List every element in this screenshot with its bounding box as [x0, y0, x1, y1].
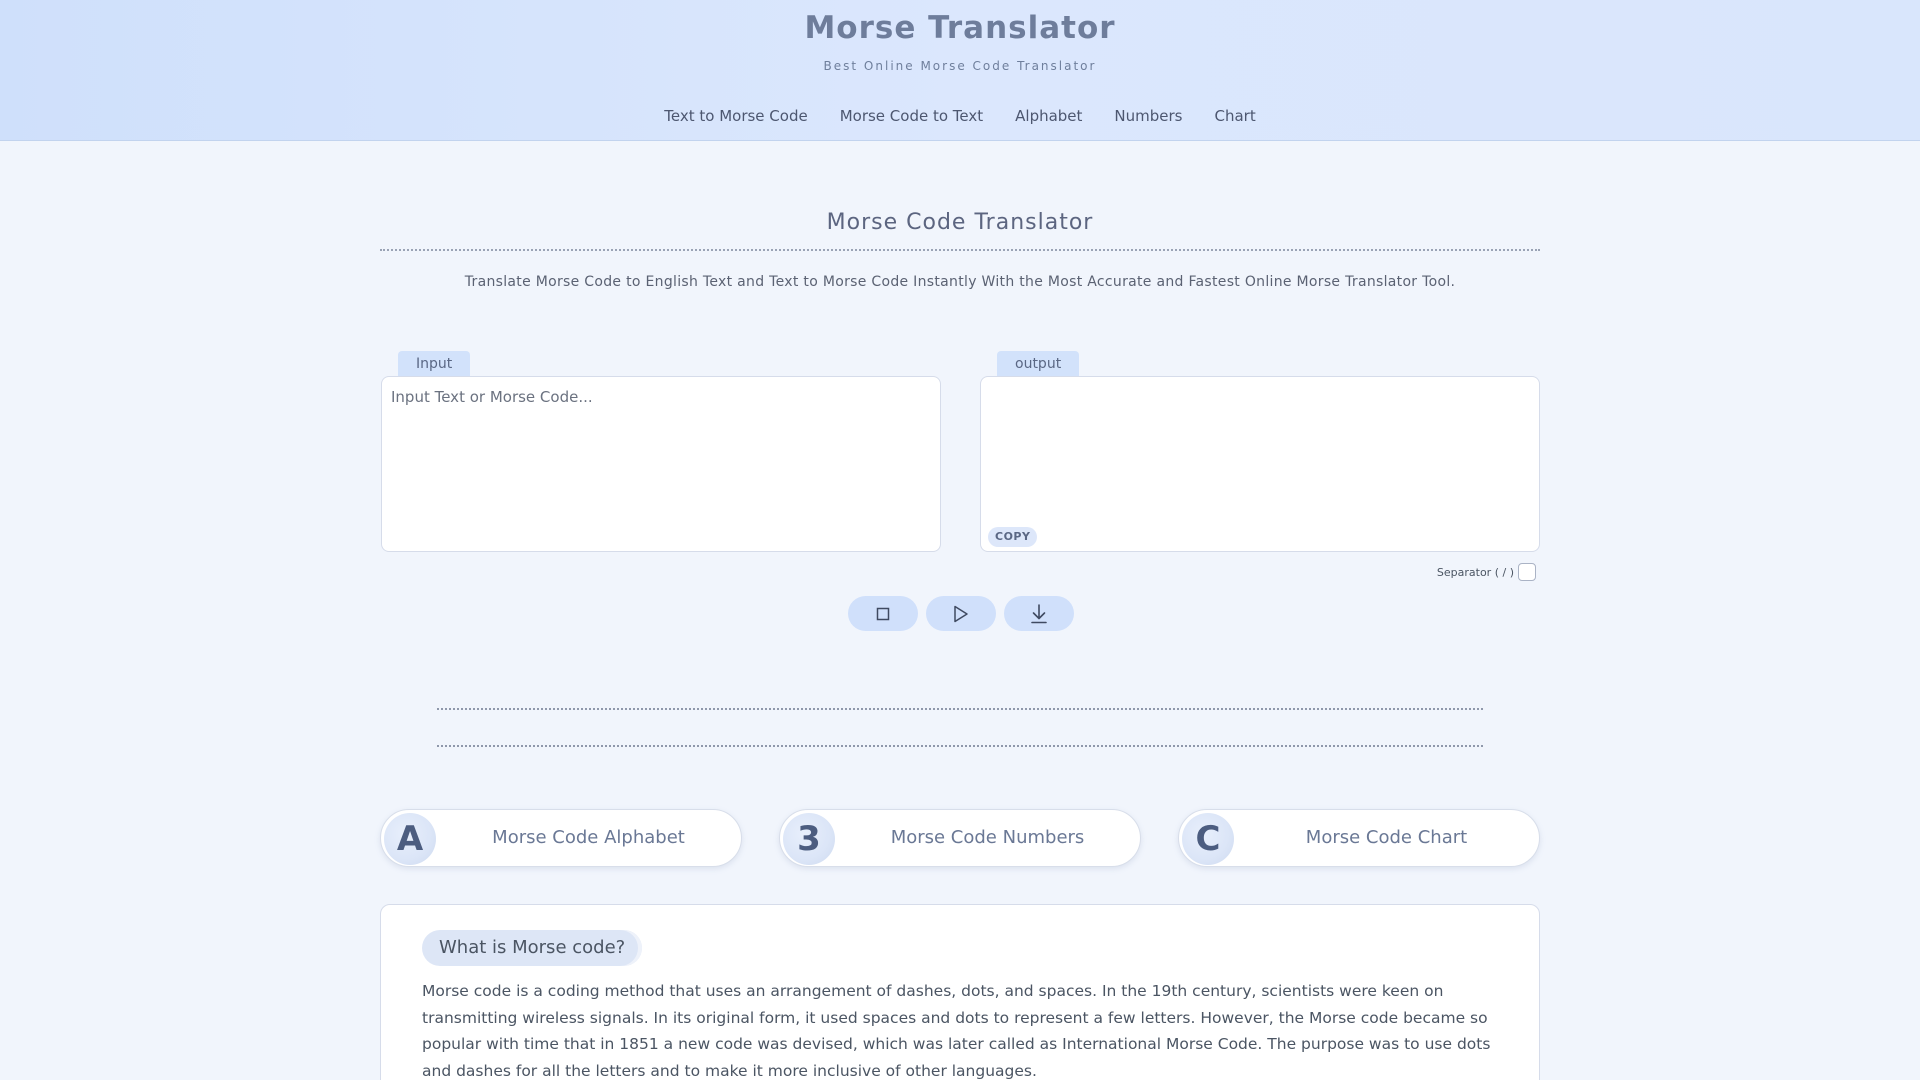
info-heading: What is Morse code?: [422, 930, 643, 966]
chart-c-icon: C: [1182, 813, 1234, 865]
play-icon: [954, 605, 968, 622]
nav-chart[interactable]: Chart: [1215, 107, 1256, 125]
page-title: Morse Code Translator: [826, 210, 1094, 235]
title-divider: [380, 249, 1540, 251]
play-button[interactable]: [926, 596, 996, 631]
separator-checkbox[interactable]: [1518, 563, 1536, 581]
site-subtitle: Best Online Morse Code Translator: [823, 59, 1097, 73]
card-chart[interactable]: C Morse Code Chart: [1178, 809, 1540, 867]
nav-morse-to-text[interactable]: Morse Code to Text: [840, 107, 983, 125]
page-description: Translate Morse Code to English Text and…: [464, 274, 1456, 290]
card-chart-label: Morse Code Chart: [1305, 827, 1468, 848]
card-alphabet-label: Morse Code Alphabet: [492, 827, 685, 848]
card-numbers-label: Morse Code Numbers: [890, 827, 1085, 848]
divider-bottom: [437, 745, 1483, 747]
divider-top: [437, 708, 1483, 710]
download-button[interactable]: [1004, 596, 1074, 631]
info-section: What is Morse code? Morse code is a codi…: [380, 904, 1540, 1080]
main-nav: Text to Morse Code Morse Code to Text Al…: [0, 107, 1920, 125]
site-header: Morse Translator Best Online Morse Code …: [0, 0, 1920, 141]
playback-controls: [848, 596, 1074, 631]
copy-button[interactable]: COPY: [988, 527, 1038, 547]
output-panel: COPY: [980, 376, 1540, 552]
card-numbers[interactable]: 3 Morse Code Numbers: [779, 809, 1141, 867]
download-icon: [1031, 603, 1047, 623]
card-alphabet[interactable]: A Morse Code Alphabet: [380, 809, 742, 867]
output-text: [981, 377, 1539, 399]
info-paragraph: Morse code is a coding method that uses …: [422, 982, 1491, 1080]
separator-option: Separator ( / ): [1437, 563, 1536, 581]
letter-a-icon: A: [384, 813, 436, 865]
nav-text-to-morse[interactable]: Text to Morse Code: [664, 107, 807, 125]
input-panel: [381, 376, 941, 552]
stop-button[interactable]: [848, 596, 918, 631]
number-3-icon: 3: [783, 813, 835, 865]
nav-alphabet[interactable]: Alphabet: [1015, 107, 1082, 125]
input-textarea[interactable]: [382, 377, 940, 551]
input-tab: Input: [398, 351, 471, 377]
site-title[interactable]: Morse Translator: [0, 10, 1920, 46]
nav-numbers[interactable]: Numbers: [1114, 107, 1182, 125]
stop-icon: [876, 607, 890, 620]
separator-label: Separator ( / ): [1436, 565, 1514, 579]
output-tab: output: [997, 351, 1080, 377]
